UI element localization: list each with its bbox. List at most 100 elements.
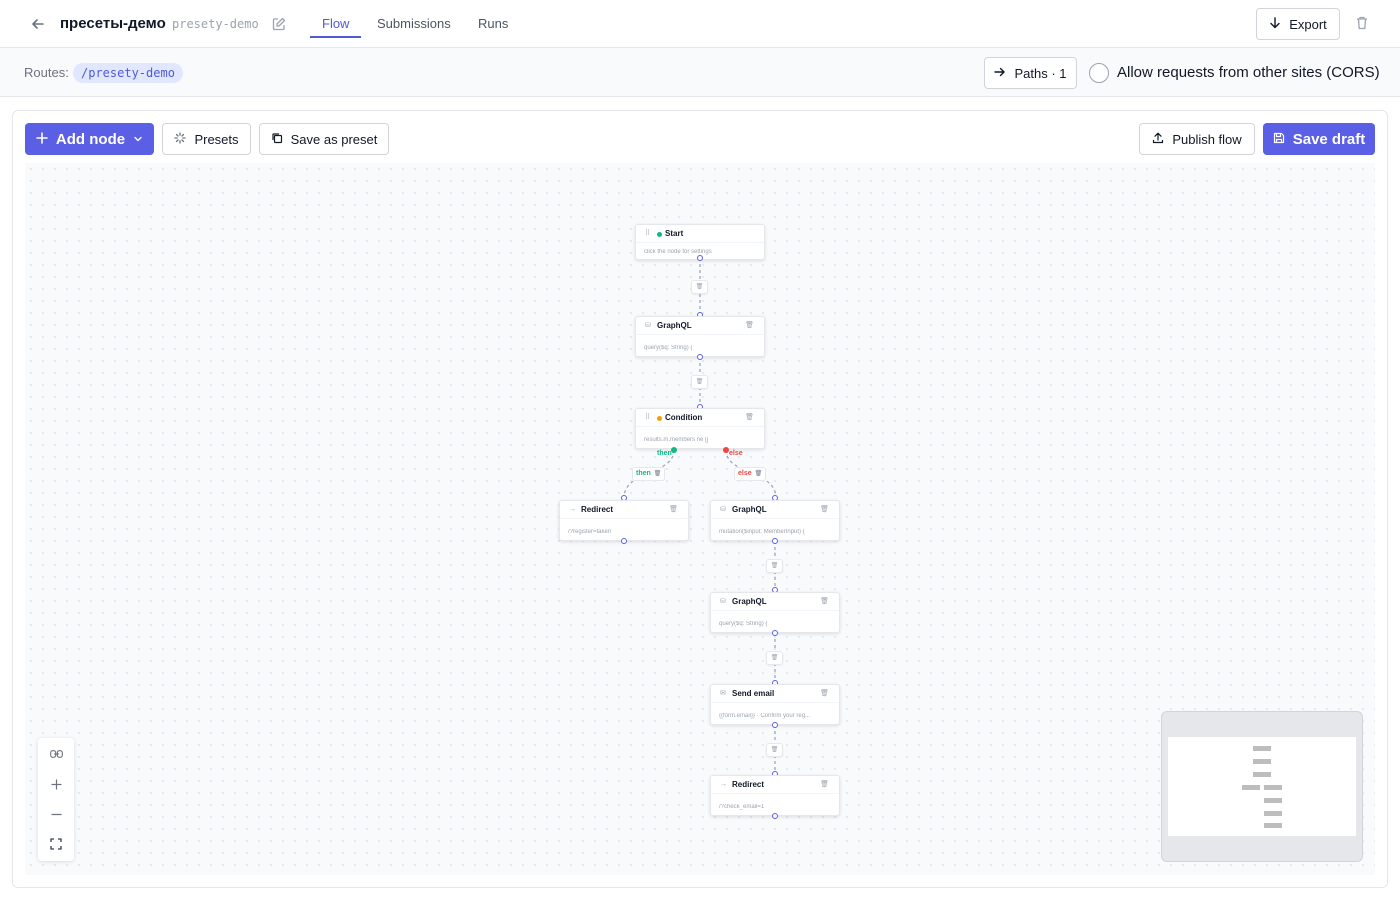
node-title: Redirect bbox=[732, 780, 765, 789]
delete-flow-trash-icon[interactable] bbox=[1354, 15, 1370, 31]
tab-runs[interactable]: Runs bbox=[478, 16, 508, 31]
minimap-viewport[interactable] bbox=[1168, 737, 1356, 836]
then-port[interactable] bbox=[671, 447, 677, 453]
node-title: Start bbox=[665, 229, 684, 238]
node-title: Condition bbox=[665, 413, 703, 422]
add-node-button[interactable]: Add node bbox=[25, 123, 154, 155]
output-port[interactable] bbox=[697, 354, 703, 360]
edit-icon[interactable] bbox=[271, 16, 287, 32]
zoom-in-icon[interactable] bbox=[38, 770, 74, 798]
trash-icon[interactable]: 🗑 bbox=[755, 468, 763, 480]
node-title: Send email bbox=[732, 689, 775, 698]
arrow-right-icon: → bbox=[569, 506, 576, 513]
link-icon[interactable] bbox=[38, 740, 74, 768]
publish-flow-label: Publish flow bbox=[1172, 131, 1242, 147]
node-title: GraphQL bbox=[657, 321, 692, 330]
edge-delete-button[interactable]: 🗑 bbox=[766, 559, 783, 573]
database-icon: ⛁ bbox=[645, 322, 651, 329]
database-icon: ⛁ bbox=[720, 598, 726, 605]
cors-label: Allow requests from other sites (CORS) bbox=[1117, 64, 1380, 81]
node-title: Redirect bbox=[581, 505, 614, 514]
else-edge-button[interactable]: else 🗑 bbox=[734, 467, 767, 481]
database-icon: ⛁ bbox=[720, 506, 726, 513]
trash-icon[interactable]: 🗑 bbox=[745, 414, 754, 422]
trash-icon[interactable]: 🗑 bbox=[820, 506, 829, 514]
node-subtitle: /?register=taken bbox=[568, 529, 612, 535]
minimap-node bbox=[1264, 823, 1282, 828]
flow-slug: presety-demo bbox=[172, 17, 259, 31]
presets-button[interactable]: Presets bbox=[162, 123, 251, 155]
node-graphql[interactable]: ⛁ GraphQL 🗑 query($q: String) { bbox=[635, 316, 765, 357]
back-arrow-icon[interactable] bbox=[28, 14, 48, 34]
export-button[interactable]: Export bbox=[1256, 8, 1340, 40]
fit-view-icon[interactable] bbox=[38, 830, 74, 858]
output-port[interactable] bbox=[772, 630, 778, 636]
node-subtitle: query($q: String) { bbox=[719, 621, 768, 627]
plus-icon bbox=[36, 131, 48, 148]
node-subtitle: click the node for settings bbox=[644, 249, 712, 255]
node-graphql[interactable]: ⛁ GraphQL 🗑 mutation($input: MemberInput… bbox=[710, 500, 840, 541]
edge-delete-button[interactable]: 🗑 bbox=[766, 651, 783, 665]
output-port[interactable] bbox=[772, 538, 778, 544]
save-as-preset-label: Save as preset bbox=[290, 131, 378, 147]
node-subtitle: results.m.members ne [] bbox=[644, 437, 709, 443]
node-title: GraphQL bbox=[732, 597, 767, 606]
drag-handle-icon: ⠿ bbox=[645, 230, 651, 237]
edge-delete-button[interactable]: 🗑 bbox=[766, 743, 783, 757]
trash-icon[interactable]: 🗑 bbox=[654, 468, 662, 480]
route-path-pill[interactable]: /presety-demo bbox=[73, 63, 183, 83]
publish-flow-button[interactable]: Publish flow bbox=[1139, 123, 1255, 155]
node-send-email[interactable]: ✉ Send email 🗑 {{form.email}} · Confirm … bbox=[710, 684, 840, 725]
output-port[interactable] bbox=[621, 538, 627, 544]
active-tab-indicator bbox=[310, 36, 361, 38]
minimap-node bbox=[1253, 772, 1271, 777]
zoom-out-icon[interactable] bbox=[38, 800, 74, 828]
paths-button[interactable]: Paths · 1 bbox=[984, 57, 1077, 89]
arrow-right-icon: → bbox=[720, 781, 727, 788]
node-title: GraphQL bbox=[732, 505, 767, 514]
minimap-node bbox=[1253, 746, 1271, 751]
cors-checkbox[interactable] bbox=[1089, 63, 1109, 83]
trash-icon[interactable]: 🗑 bbox=[745, 322, 754, 330]
output-port[interactable] bbox=[772, 813, 778, 819]
minimap-node bbox=[1242, 785, 1260, 790]
chevron-down-icon bbox=[133, 131, 143, 148]
edge-delete-button[interactable]: 🗑 bbox=[691, 280, 708, 294]
node-subtitle: query($q: String) { bbox=[644, 345, 693, 351]
presets-label: Presets bbox=[194, 131, 239, 147]
then-edge-button[interactable]: then 🗑 bbox=[632, 467, 666, 481]
save-draft-button[interactable]: Save draft bbox=[1263, 123, 1375, 155]
tab-submissions[interactable]: Submissions bbox=[377, 16, 451, 31]
drag-handle-icon: ⠿ bbox=[645, 414, 651, 421]
trash-icon[interactable]: 🗑 bbox=[669, 506, 678, 514]
node-redirect[interactable]: → Redirect 🗑 /?register=taken bbox=[559, 500, 689, 541]
save-as-preset-button[interactable]: Save as preset bbox=[259, 123, 389, 155]
minimap-node bbox=[1264, 798, 1282, 803]
status-dot bbox=[657, 232, 662, 237]
routes-label: Routes: bbox=[24, 65, 69, 80]
save-disk-icon bbox=[1273, 131, 1285, 148]
edge-delete-button[interactable]: 🗑 bbox=[691, 375, 708, 389]
node-condition[interactable]: ⠿ Condition 🗑 results.m.members ne [] bbox=[635, 408, 765, 449]
trash-icon[interactable]: 🗑 bbox=[820, 690, 829, 698]
output-port[interactable] bbox=[772, 722, 778, 728]
then-tag-label: then bbox=[636, 470, 651, 477]
minimap-node bbox=[1264, 811, 1282, 816]
node-redirect[interactable]: → Redirect 🗑 /?check_email=1 bbox=[710, 775, 840, 816]
flow-title: пресеты-демо bbox=[60, 15, 166, 32]
arrow-right-icon bbox=[994, 66, 1006, 81]
node-graphql[interactable]: ⛁ GraphQL 🗑 query($q: String) { bbox=[710, 592, 840, 633]
else-tag-label: else bbox=[738, 470, 752, 477]
trash-icon[interactable]: 🗑 bbox=[820, 781, 829, 789]
export-label: Export bbox=[1289, 16, 1327, 32]
output-port[interactable] bbox=[697, 255, 703, 261]
node-subtitle: /?check_email=1 bbox=[719, 804, 765, 810]
tab-flow[interactable]: Flow bbox=[322, 16, 349, 31]
trash-icon[interactable]: 🗑 bbox=[820, 598, 829, 606]
mail-icon: ✉ bbox=[720, 690, 726, 697]
minimap-node bbox=[1253, 759, 1271, 764]
minimap[interactable] bbox=[1161, 711, 1363, 862]
add-node-label: Add node bbox=[55, 130, 126, 148]
top-bar: пресеты-демо presety-demo Flow Submissio… bbox=[0, 0, 1400, 48]
paths-label: Paths · 1 bbox=[1014, 65, 1067, 81]
